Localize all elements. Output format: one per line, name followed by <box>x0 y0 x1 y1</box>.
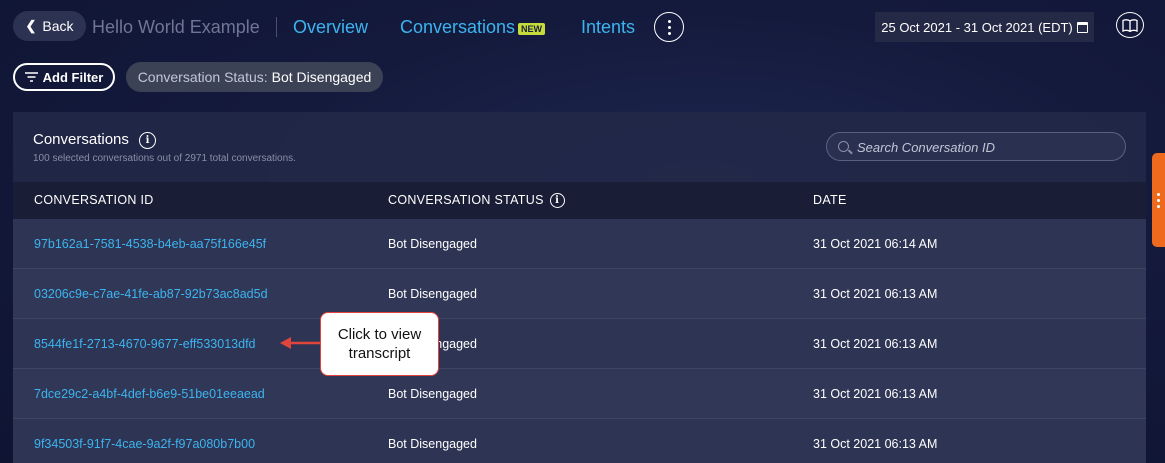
filter-chip[interactable]: Conversation Status: Bot Disengaged <box>126 62 383 92</box>
panel-title: Conversations i <box>33 131 156 149</box>
panel-subtitle: 100 selected conversations out of 2971 t… <box>33 153 296 164</box>
chevron-left-icon: ❮ <box>25 18 37 33</box>
back-button[interactable]: ❮ Back <box>13 11 86 41</box>
documentation-button[interactable] <box>1116 12 1144 38</box>
table-row: 03206c9e-c7ae-41fe-ab87-92b73ac8ad5d Bot… <box>13 269 1146 319</box>
dot-icon <box>667 19 671 23</box>
conversations-panel: Conversations i 100 selected conversatio… <box>13 112 1146 463</box>
table-row: 97b162a1-7581-4538-b4eb-aa75f166e45f Bot… <box>13 219 1146 269</box>
conversation-id-link[interactable]: 97b162a1-7581-4538-b4eb-aa75f166e45f <box>34 237 266 251</box>
add-filter-button[interactable]: Add Filter <box>13 63 115 91</box>
column-header-date[interactable]: DATE <box>813 193 847 207</box>
more-options-button[interactable] <box>654 12 684 42</box>
calendar-icon <box>1076 21 1088 33</box>
filter-chip-value: Bot Disengaged <box>271 69 372 85</box>
dot-icon <box>667 25 671 29</box>
panel-title-text: Conversations <box>33 131 129 148</box>
callout-arrow-icon <box>280 337 320 349</box>
dot-icon <box>667 31 671 35</box>
column-header-id[interactable]: CONVERSATION ID <box>34 193 154 207</box>
search-input[interactable] <box>857 138 1117 156</box>
conversation-date: 31 Oct 2021 06:13 AM <box>813 287 938 301</box>
tab-overview[interactable]: Overview <box>293 17 368 38</box>
conversation-date: 31 Oct 2021 06:14 AM <box>813 237 938 251</box>
dot-icon <box>1157 192 1160 196</box>
conversation-id-link[interactable]: 7dce29c2-a4bf-4def-b6e9-51be01eeaead <box>34 387 265 401</box>
table-row: 8544fe1f-2713-4670-9677-eff533013dfd Bot… <box>13 319 1146 369</box>
date-range-picker[interactable]: 25 Oct 2021 - 31 Oct 2021 (EDT) <box>875 12 1094 42</box>
conversation-date: 31 Oct 2021 06:13 AM <box>813 337 938 351</box>
table-row: 7dce29c2-a4bf-4def-b6e9-51be01eeaead Bot… <box>13 369 1146 419</box>
conversation-status: Bot Disengaged <box>388 287 477 301</box>
column-header-status-label: CONVERSATION STATUS <box>388 193 544 207</box>
filter-row: Add Filter Conversation Status: Bot Dise… <box>0 62 700 92</box>
book-icon <box>1122 18 1138 32</box>
filter-chip-label: Conversation Status: <box>137 69 268 85</box>
search-box[interactable] <box>826 132 1126 161</box>
conversation-id-link[interactable]: 8544fe1f-2713-4670-9677-eff533013dfd <box>34 337 256 351</box>
conversation-id-link[interactable]: 9f34503f-91f7-4cae-9a2f-f97a080b7b00 <box>34 437 255 451</box>
tab-intents[interactable]: Intents <box>581 17 635 38</box>
new-badge: NEW <box>518 23 545 35</box>
divider <box>276 17 277 37</box>
search-icon <box>838 141 849 152</box>
conversation-date: 31 Oct 2021 06:13 AM <box>813 387 938 401</box>
table-row: 9f34503f-91f7-4cae-9a2f-f97a080b7b00 Bot… <box>13 419 1146 463</box>
callout-annotation: Click to view transcript <box>320 312 439 376</box>
back-label: Back <box>42 18 74 34</box>
app-title: Hello World Example <box>92 17 260 37</box>
table-header: CONVERSATION ID CONVERSATION STATUS i DAT… <box>13 182 1146 219</box>
date-range-text: 25 Oct 2021 - 31 Oct 2021 (EDT) <box>881 19 1073 35</box>
side-panel-tab[interactable] <box>1152 153 1165 247</box>
dot-icon <box>1157 204 1160 208</box>
dot-icon <box>1157 198 1160 202</box>
info-icon[interactable]: i <box>549 193 565 209</box>
conversation-id-link[interactable]: 03206c9e-c7ae-41fe-ab87-92b73ac8ad5d <box>34 287 268 301</box>
filter-icon <box>24 72 38 82</box>
add-filter-label: Add Filter <box>42 69 104 85</box>
conversation-date: 31 Oct 2021 06:13 AM <box>813 437 938 451</box>
table-body: 97b162a1-7581-4538-b4eb-aa75f166e45f Bot… <box>13 219 1146 463</box>
info-icon[interactable]: i <box>139 132 156 149</box>
conversation-status: Bot Disengaged <box>388 437 477 451</box>
tab-conversations[interactable]: Conversations <box>400 17 515 38</box>
conversation-status: Bot Disengaged <box>388 237 477 251</box>
top-bar: ❮ Back Hello World Example Overview Conv… <box>0 0 1165 56</box>
conversation-status: Bot Disengaged <box>388 387 477 401</box>
column-header-status[interactable]: CONVERSATION STATUS i <box>388 193 565 209</box>
